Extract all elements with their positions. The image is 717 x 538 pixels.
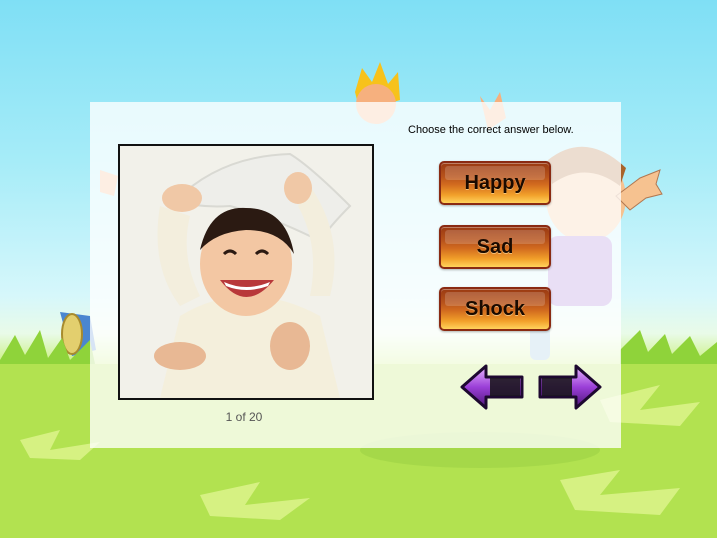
answer-label: Shock	[464, 297, 526, 320]
answer-button-sad[interactable]: Sad	[439, 225, 551, 269]
previous-button[interactable]	[460, 364, 524, 410]
answer-button-shock[interactable]: Shock	[439, 287, 551, 331]
question-prompt: Choose the correct answer below.	[408, 124, 574, 136]
answer-label: Happy	[464, 171, 526, 194]
answer-button-happy[interactable]: Happy	[439, 161, 551, 205]
question-photo	[118, 144, 374, 400]
right-arrow-icon	[538, 364, 602, 410]
next-button[interactable]	[538, 364, 602, 410]
question-counter: 1 of 20	[225, 410, 263, 424]
answer-label: Sad	[476, 235, 514, 258]
left-arrow-icon	[460, 364, 524, 410]
